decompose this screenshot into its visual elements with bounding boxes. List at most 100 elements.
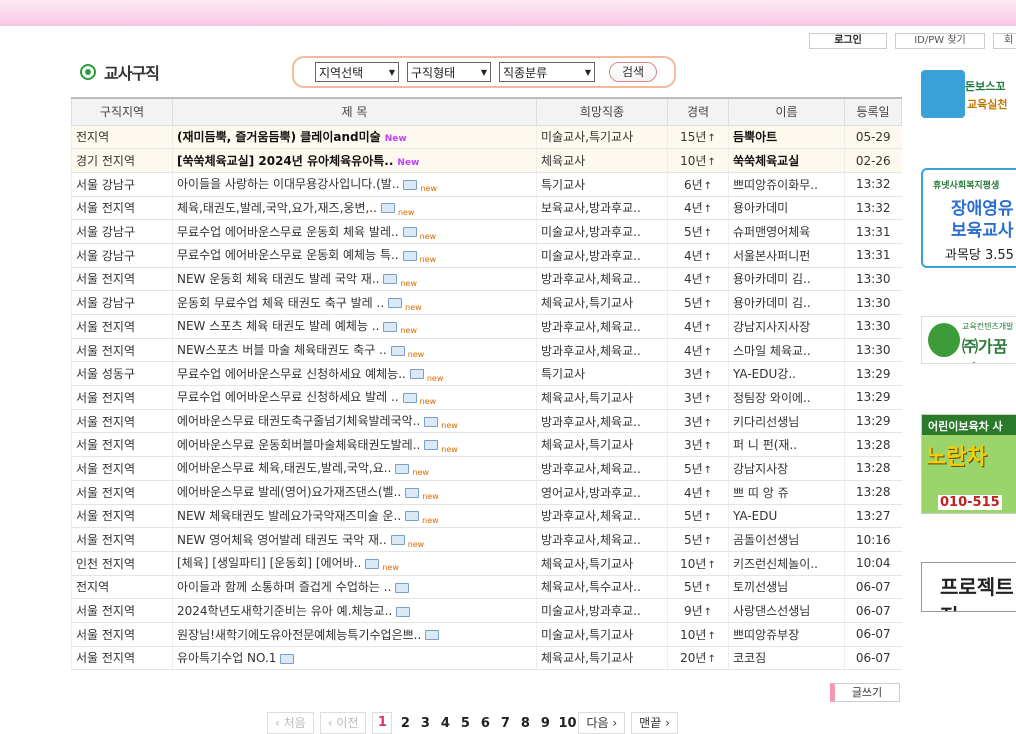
next-page-button[interactable]: 다음 ›: [578, 712, 626, 734]
cell-date: 13:30: [844, 338, 902, 363]
ad-banner-hunet[interactable]: 휴넷사회복지평생 장애영유 보육교사 과목당 3.55: [921, 168, 1016, 268]
title-link[interactable]: (재미듬뿍, 즐거움듬뿍) 클레이and미술: [177, 130, 381, 144]
title-link[interactable]: 무료수업 에어바운스무료 운동회 예체능 특..: [177, 248, 399, 262]
title-link[interactable]: 2024학년도새학기준비는 유아 예.체능교..: [177, 604, 392, 618]
cell-title[interactable]: 무료수업 에어바운스무료 운동회 예체능 특.. new: [172, 243, 537, 268]
ad-banner-yellow-bus[interactable]: 어린이보육차 사 노란차 010-515: [921, 414, 1016, 514]
write-button[interactable]: 글쓰기: [830, 683, 900, 702]
title-link[interactable]: NEW 체육태권도 발레요가국악재즈미술 운..: [177, 509, 401, 523]
page-number-10[interactable]: 10: [558, 716, 576, 731]
page-number-7[interactable]: 7: [498, 716, 512, 731]
table-row[interactable]: 경기 전지역 [쑥쑥체육교실] 2024년 유아체육유아특.. New 체육교사 10년…: [71, 148, 902, 173]
search-button[interactable]: 검색: [609, 62, 657, 82]
title-link[interactable]: [쑥쑥체육교실] 2024년 유아체육유아특..: [177, 154, 393, 168]
table-row[interactable]: 서울 전지역 2024학년도새학기준비는 유아 예.체능교.. 미술교사,방과후교.…: [71, 598, 902, 623]
title-link[interactable]: 운동회 무료수업 체육 태권도 축구 발레 ..: [177, 296, 384, 310]
cell-title[interactable]: NEW스포츠 버블 마술 체육태권도 축구 .. new: [172, 338, 537, 363]
title-link[interactable]: 아이들과 함께 소통하며 즐겁게 수업하는 ..: [177, 580, 391, 594]
title-link[interactable]: NEW 영어체육 영어발레 태권도 국악 재..: [177, 533, 387, 547]
table-row[interactable]: 서울 전지역 NEW 체육태권도 발레요가국악재즈미술 운.. new 방과후교사,체…: [71, 504, 902, 529]
title-link[interactable]: [체육] [생일파티] [운동회] [에어바..: [177, 556, 361, 570]
cell-region: 전지역: [71, 125, 173, 150]
table-row[interactable]: 서울 전지역 NEW 운동회 체육 태권도 발레 국악 재.. new 방과후교사,체…: [71, 267, 902, 292]
cell-title[interactable]: NEW 영어체육 영어발레 태권도 국악 재.. new: [172, 527, 537, 552]
title-link[interactable]: 무료수업 에어바운스무료 신청하세요 예체능..: [177, 367, 406, 381]
job-type-select[interactable]: 구직형태 ▼: [407, 62, 491, 82]
cell-title[interactable]: 에어바운스무료 체육,태권도,발레,국악,요.. new: [172, 456, 537, 481]
table-row[interactable]: 서울 강남구 아이들을 사랑하는 이대무용강사입니다.(발.. new 특기교사 6년↑…: [71, 172, 902, 197]
table-row[interactable]: 서울 전지역 에어바운스무료 발레(영어)요가재즈댄스(벨.. new 영어교사,방과…: [71, 480, 902, 505]
cell-title[interactable]: 에어바운스무료 태권도축구줄넘기체육발레국악.. new: [172, 409, 537, 434]
table-row[interactable]: 서울 전지역 무료수업 에어바운스무료 신청하세요 발레 .. new 체육교사,특기…: [71, 385, 902, 410]
page-number-9[interactable]: 9: [538, 716, 552, 731]
table-row[interactable]: 서울 전지역 NEW 스포츠 체육 태권도 발레 예체능 .. new 방과후교사,체…: [71, 314, 902, 339]
cell-title[interactable]: (재미듬뿍, 즐거움듬뿍) 클레이and미술 New: [172, 125, 537, 150]
title-link[interactable]: 원장님!새학기에도유아전문예체능특기수업은쁘..: [177, 628, 421, 642]
cell-title[interactable]: 에어바운스무료 발레(영어)요가재즈댄스(벨.. new: [172, 480, 537, 505]
cell-title[interactable]: 무료수업 에어바운스무료 운동회 체육 발레.. new: [172, 219, 537, 244]
title-link[interactable]: 유아특기수업 NO.1: [177, 651, 276, 665]
ad-banner-project[interactable]: 프로젝트 전: [921, 562, 1016, 612]
new-mark-icon: new: [405, 302, 422, 312]
page-number-1[interactable]: 1: [372, 712, 393, 734]
cell-title[interactable]: 2024학년도새학기준비는 유아 예.체능교..: [172, 598, 537, 623]
last-page-button[interactable]: 맨끝 ›: [631, 712, 678, 734]
title-link[interactable]: 체육,태권도,발레,국악,요가,재즈,웅변,..: [177, 201, 377, 215]
title-link[interactable]: NEW스포츠 버블 마술 체육태권도 축구 ..: [177, 343, 387, 357]
ad-banner-gakkumi[interactable]: 교육컨텐츠개발 ㈜가꿈미: [921, 316, 1016, 364]
cell-title[interactable]: NEW 스포츠 체육 태권도 발레 예체능 .. new: [172, 314, 537, 339]
table-row[interactable]: 서울 전지역 유아특기수업 NO.1 체육교사,특기교사 20년↑ 코코짐 06-07: [71, 646, 902, 671]
title-link[interactable]: NEW 운동회 체육 태권도 발레 국악 재..: [177, 272, 379, 286]
join-link[interactable]: 회: [993, 33, 1016, 49]
table-row[interactable]: 서울 전지역 에어바운스무료 체육,태권도,발레,국악,요.. new 방과후교사,체…: [71, 456, 902, 481]
cell-title[interactable]: 체육,태권도,발레,국악,요가,재즈,웅변,.. new: [172, 196, 537, 221]
page-number-4[interactable]: 4: [438, 716, 452, 731]
title-link[interactable]: 무료수업 에어바운스무료 신청하세요 발레 ..: [177, 390, 399, 404]
cell-title[interactable]: 아이들을 사랑하는 이대무용강사입니다.(발.. new: [172, 172, 537, 197]
cell-title[interactable]: 무료수업 에어바운스무료 신청하세요 발레 .. new: [172, 385, 537, 410]
page-number-2[interactable]: 2: [398, 716, 412, 731]
cell-title[interactable]: 유아특기수업 NO.1: [172, 646, 537, 671]
cell-title[interactable]: 원장님!새학기에도유아전문예체능특기수업은쁘..: [172, 622, 537, 647]
table-row[interactable]: 서울 전지역 에어바운스무료 운동회버블마술체육태권도발레.. new 체육교사,특기…: [71, 432, 902, 458]
category-select[interactable]: 직종분류 ▼: [499, 62, 595, 82]
cell-title[interactable]: [쑥쑥체육교실] 2024년 유아체육유아특.. New: [172, 148, 537, 173]
table-row[interactable]: 서울 전지역 원장님!새학기에도유아전문예체능특기수업은쁘.. 미술교사,특기교사 1…: [71, 622, 902, 647]
title-link[interactable]: 아이들을 사랑하는 이대무용강사입니다.(발..: [177, 177, 399, 191]
title-link[interactable]: 에어바운스무료 체육,태권도,발레,국악,요..: [177, 461, 391, 475]
cell-title[interactable]: 에어바운스무료 운동회버블마술체육태권도발레.. new: [172, 432, 537, 458]
page-number-5[interactable]: 5: [458, 716, 472, 731]
table-row[interactable]: 서울 강남구 무료수업 에어바운스무료 운동회 예체능 특.. new 미술교사,방과…: [71, 243, 902, 268]
title-link[interactable]: 무료수업 에어바운스무료 운동회 체육 발레..: [177, 225, 399, 239]
cell-region: 서울 전지역: [71, 527, 173, 552]
cell-title[interactable]: [체육] [생일파티] [운동회] [에어바.. new: [172, 551, 537, 576]
ad-banner-donbosco[interactable]: 돈보스꼬 교육실천: [921, 70, 1016, 118]
table-row[interactable]: 서울 강남구 무료수업 에어바운스무료 운동회 체육 발레.. new 미술교사,방과…: [71, 219, 902, 244]
cell-title[interactable]: 운동회 무료수업 체육 태권도 축구 발레 .. new: [172, 290, 537, 315]
title-link[interactable]: 에어바운스무료 발레(영어)요가재즈댄스(벨..: [177, 485, 401, 499]
title-link[interactable]: 에어바운스무료 태권도축구줄넘기체육발레국악..: [177, 414, 420, 428]
first-page-button[interactable]: ‹ 처음: [267, 712, 314, 734]
cell-title[interactable]: 무료수업 에어바운스무료 신청하세요 예체능.. new: [172, 361, 537, 387]
table-row[interactable]: 서울 강남구 운동회 무료수업 체육 태권도 축구 발레 .. new 체육교사,특기…: [71, 290, 902, 315]
cell-title[interactable]: NEW 체육태권도 발레요가국악재즈미술 운.. new: [172, 504, 537, 529]
cell-title[interactable]: 아이들과 함께 소통하며 즐겁게 수업하는 ..: [172, 575, 537, 600]
table-row[interactable]: 서울 전지역 NEW스포츠 버블 마술 체육태권도 축구 .. new 방과후교사,체…: [71, 338, 902, 363]
table-row[interactable]: 전지역 아이들과 함께 소통하며 즐겁게 수업하는 .. 체육교사,특수교사.. 5년…: [71, 575, 902, 600]
page-number-3[interactable]: 3: [418, 716, 432, 731]
table-row[interactable]: 서울 전지역 NEW 영어체육 영어발레 태권도 국악 재.. new 방과후교사,체…: [71, 527, 902, 552]
find-id-password-link[interactable]: ID/PW 찾기: [895, 33, 985, 49]
table-row[interactable]: 서울 전지역 체육,태권도,발레,국악,요가,재즈,웅변,.. new 보육교사,방과…: [71, 196, 902, 221]
page-number-8[interactable]: 8: [518, 716, 532, 731]
title-link[interactable]: NEW 스포츠 체육 태권도 발레 예체능 ..: [177, 319, 379, 333]
region-select[interactable]: 지역선택 ▼: [315, 62, 399, 82]
table-row[interactable]: 서울 성동구 무료수업 에어바운스무료 신청하세요 예체능.. new 특기교사 3년↑…: [71, 361, 902, 387]
table-row[interactable]: 서울 전지역 에어바운스무료 태권도축구줄넘기체육발레국악.. new 방과후교사,체…: [71, 409, 902, 434]
prev-page-button[interactable]: ‹ 이전: [319, 712, 367, 734]
cell-title[interactable]: NEW 운동회 체육 태권도 발레 국악 재.. new: [172, 267, 537, 292]
table-row[interactable]: 인천 전지역 [체육] [생일파티] [운동회] [에어바.. new 체육교사,특기…: [71, 551, 902, 576]
login-link[interactable]: 로그인: [809, 33, 887, 49]
page-number-6[interactable]: 6: [478, 716, 492, 731]
table-row[interactable]: 전지역 (재미듬뿍, 즐거움듬뿍) 클레이and미술 New 미술교사,특기교사 15년…: [71, 125, 902, 150]
title-link[interactable]: 에어바운스무료 운동회버블마술체육태권도발레..: [177, 438, 420, 452]
